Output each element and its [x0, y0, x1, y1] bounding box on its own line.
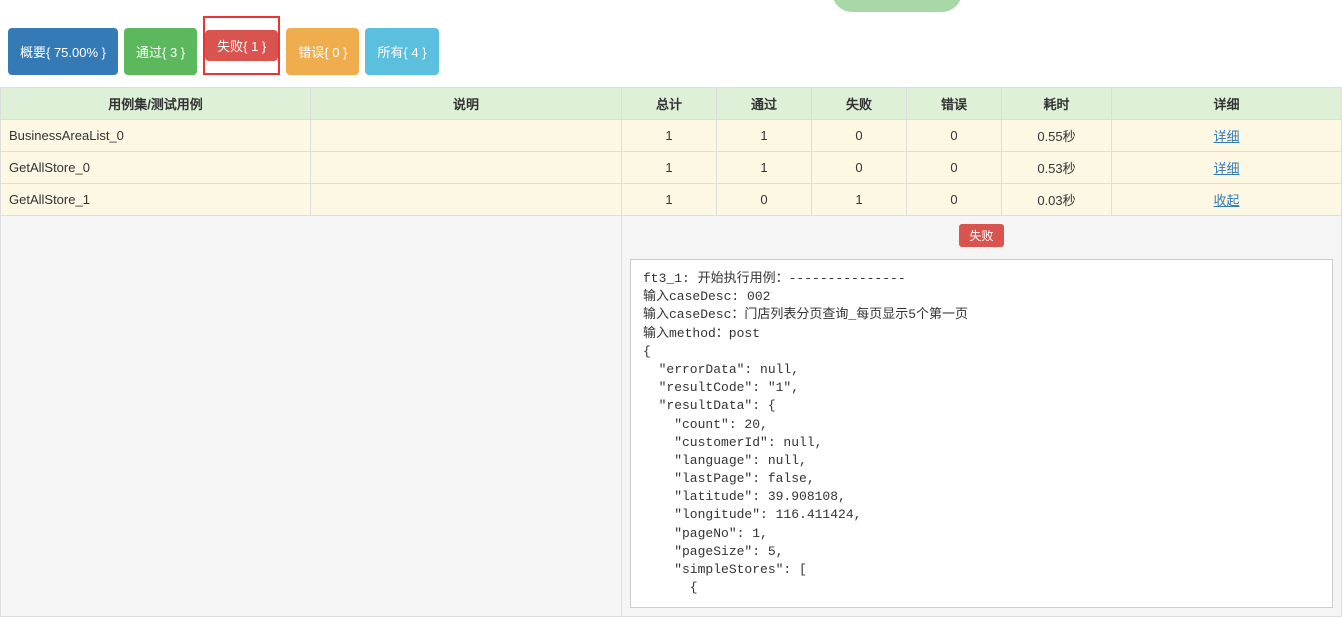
th-error: 错误 [907, 88, 1002, 120]
cell-time: 0.55秒 [1002, 120, 1112, 152]
cell-total: 1 [622, 120, 717, 152]
table-row: GetAllStore_0 1 1 0 0 0.53秒 详细 [1, 152, 1342, 184]
detail-output: ft3_1: 开始执行用例：--------------- 输入caseDesc… [630, 259, 1333, 608]
cell-name: GetAllStore_0 [1, 152, 311, 184]
table-row: BusinessAreaList_0 1 1 0 0 0.55秒 详细 [1, 120, 1342, 152]
cell-fail: 1 [812, 184, 907, 216]
th-desc: 说明 [311, 88, 622, 120]
cell-detail: 收起 [1112, 184, 1342, 216]
th-fail: 失败 [812, 88, 907, 120]
cell-time: 0.53秒 [1002, 152, 1112, 184]
fail-badge: 失败 [959, 224, 1003, 247]
th-pass: 通过 [717, 88, 812, 120]
results-table: 用例集/测试用例 说明 总计 通过 失败 错误 耗时 详细 BusinessAr… [0, 87, 1342, 617]
th-total: 总计 [622, 88, 717, 120]
th-detail: 详细 [1112, 88, 1342, 120]
cell-error: 0 [907, 120, 1002, 152]
all-button[interactable]: 所有{ 4 } [365, 28, 438, 75]
detail-link[interactable]: 详细 [1213, 129, 1239, 144]
detail-empty [1, 216, 622, 617]
cell-fail: 0 [812, 152, 907, 184]
th-case: 用例集/测试用例 [1, 88, 311, 120]
summary-button[interactable]: 概要{ 75.00% } [8, 28, 118, 75]
cell-error: 0 [907, 152, 1002, 184]
cell-pass: 1 [717, 152, 812, 184]
error-button[interactable]: 错误{ 0 } [286, 28, 359, 75]
detail-cell: 失败 ft3_1: 开始执行用例：--------------- 输入caseD… [622, 216, 1342, 617]
cell-detail: 详细 [1112, 152, 1342, 184]
cell-desc [311, 120, 622, 152]
cell-pass: 0 [717, 184, 812, 216]
collapse-link[interactable]: 收起 [1213, 193, 1239, 208]
fail-highlight: 失败{ 1 } [203, 16, 280, 75]
cell-fail: 0 [812, 120, 907, 152]
cell-pass: 1 [717, 120, 812, 152]
detail-row: 失败 ft3_1: 开始执行用例：--------------- 输入caseD… [1, 216, 1342, 617]
pass-button[interactable]: 通过{ 3 } [124, 28, 197, 75]
cell-name: BusinessAreaList_0 [1, 120, 311, 152]
cell-desc [311, 184, 622, 216]
cell-name: GetAllStore_1 [1, 184, 311, 216]
table-header-row: 用例集/测试用例 说明 总计 通过 失败 错误 耗时 详细 [1, 88, 1342, 120]
cell-time: 0.03秒 [1002, 184, 1112, 216]
cell-desc [311, 152, 622, 184]
fail-badge-wrap: 失败 [622, 216, 1341, 255]
th-time: 耗时 [1002, 88, 1112, 120]
fail-button[interactable]: 失败{ 1 } [205, 30, 278, 61]
cell-error: 0 [907, 184, 1002, 216]
decor-blob [832, 0, 962, 12]
detail-link[interactable]: 详细 [1213, 161, 1239, 176]
table-row: GetAllStore_1 1 0 1 0 0.03秒 收起 [1, 184, 1342, 216]
filter-bar: 概要{ 75.00% } 通过{ 3 } 失败{ 1 } 错误{ 0 } 所有{… [0, 0, 1342, 87]
cell-total: 1 [622, 184, 717, 216]
cell-detail: 详细 [1112, 120, 1342, 152]
cell-total: 1 [622, 152, 717, 184]
